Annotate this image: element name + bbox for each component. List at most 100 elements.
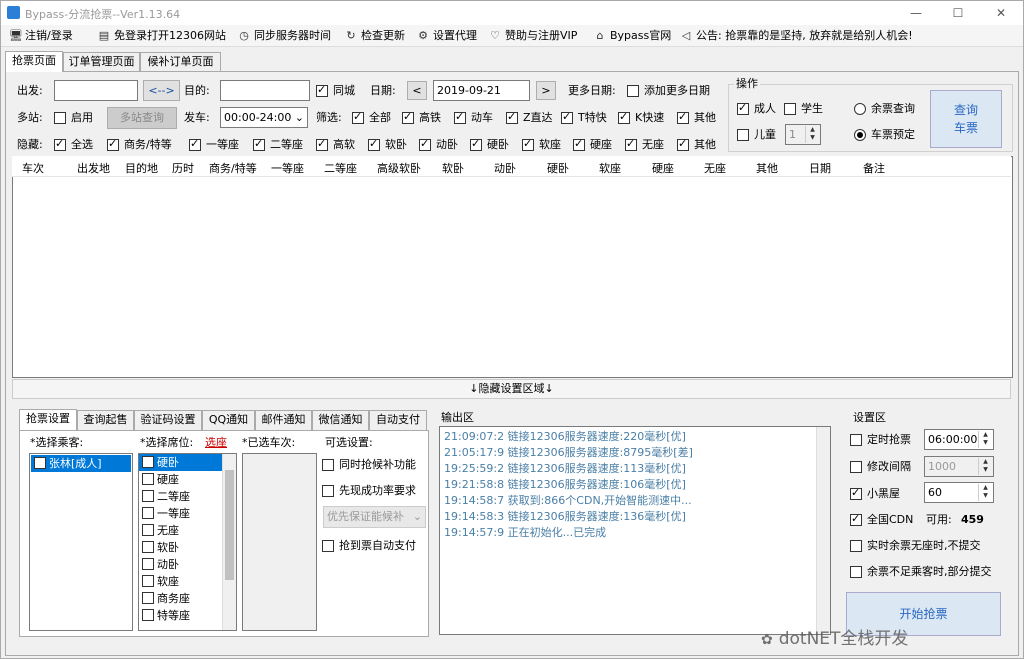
blackroom-checkbox[interactable] [850,486,862,500]
query-ticket-button[interactable]: 查询 车票 [930,90,1002,148]
autopay-checkbox[interactable] [322,540,334,552]
tab-autopay[interactable]: 自动支付 [369,410,427,430]
hide-gaoruan-checkbox[interactable] [316,137,328,151]
remain-query-radio[interactable] [854,103,866,115]
realtime-checkbox[interactable] [850,540,862,552]
tab-order-management[interactable]: 订单管理页面 [63,52,140,72]
menu-sync-time[interactable]: ◷ 同步服务器时间 [238,28,331,44]
to-input[interactable] [220,80,310,101]
tab-captcha[interactable]: 验证码设置 [134,410,202,430]
hide-all-checkbox[interactable] [54,137,66,151]
seat-list[interactable]: 硬卧 硬座 二等座 一等座 无座 软卧 动卧 软座 商务座 特等座 [138,453,237,631]
child-checkbox[interactable] [737,129,749,141]
close-button[interactable]: ✕ [986,3,1016,23]
seat-checkbox[interactable] [142,541,154,553]
prev-date-button[interactable]: < [407,81,427,100]
list-item[interactable]: 张林[成人] [31,455,131,472]
hide-first-checkbox[interactable] [189,137,201,151]
cdn-checkbox[interactable] [850,512,862,526]
passenger-checkbox[interactable] [34,457,46,469]
multi-query-button[interactable]: 多站查询 [107,107,177,129]
menu-sponsor[interactable]: ♡ 赞助与注册VIP [489,28,577,44]
hide-ruanzuo-checkbox[interactable] [522,137,534,151]
seat-checkbox[interactable] [142,456,154,468]
choose-seat-link[interactable]: 选座 [205,436,227,450]
filter-z-checkbox[interactable] [506,110,518,124]
from-input[interactable] [54,80,138,101]
home-icon: ⌂ [596,29,604,42]
seat-checkbox[interactable] [142,507,154,519]
tab-query-sale[interactable]: 查询起售 [77,410,134,430]
tab-email[interactable]: 邮件通知 [255,410,312,430]
passenger-list[interactable]: 张林[成人] [29,453,133,631]
waitlist-checkbox[interactable] [322,459,334,471]
interval-checkbox[interactable] [850,461,862,473]
hide-ruanwo-checkbox[interactable] [368,137,380,151]
blackroom-stepper[interactable]: 60 ▲ ▼ [924,482,994,503]
output-log[interactable]: 21:09:07:2 链接12306服务器速度:220毫秒[优] 21:05:1… [439,426,831,635]
tab-qq[interactable]: QQ通知 [202,410,255,430]
minimize-button[interactable]: — [901,3,931,23]
cdn-available-value: 459 [961,513,984,526]
filter-gaotie-checkbox[interactable] [402,110,414,124]
add-dates-checkbox[interactable] [627,85,639,97]
menu-notice[interactable]: ◁ 公告: 抢票靠的是坚持, 放弃就是给别人机会! [680,28,913,44]
seat-checkbox[interactable] [142,609,154,621]
seat-checkbox[interactable] [142,524,154,536]
seat-checkbox[interactable] [142,592,154,604]
seat-checkbox[interactable] [142,490,154,502]
output-scrollbar[interactable] [816,427,830,634]
hide-other-checkbox[interactable] [677,137,689,151]
date-input[interactable]: 2019-09-21 [433,80,530,101]
timed-grab-time-input[interactable]: 06:00:00 ▲ ▼ [924,429,994,450]
same-city-checkbox[interactable] [316,83,328,97]
hide-dongwo-checkbox[interactable] [419,137,431,151]
multi-enable-checkbox[interactable] [54,112,66,124]
filter-all-checkbox[interactable] [352,110,364,124]
filter-t-checkbox[interactable] [561,110,573,124]
maximize-button[interactable]: ☐ [943,3,973,23]
reserve-radio[interactable] [854,129,866,141]
hide-second-checkbox[interactable] [253,137,265,151]
tab-waitlist-orders[interactable]: 候补订单页面 [140,52,221,72]
menu-open-12306[interactable]: ▤ 免登录打开12306网站 [98,28,226,44]
filter-k-checkbox[interactable] [618,110,630,124]
add-dates-label: 添加更多日期 [644,84,710,97]
child-count-stepper[interactable]: 1 ▲ ▼ [785,124,821,145]
toggle-settings-area[interactable]: ↓隐藏设置区域↓ [12,379,1011,399]
swap-button[interactable]: <--> [143,80,180,101]
waitlist-priority-select[interactable]: 优先保证能候补 ⌄ [323,506,426,528]
filter-dongche-checkbox[interactable] [454,110,466,124]
interval-stepper[interactable]: 1000 ▲ ▼ [924,456,994,477]
hide-yingwo-checkbox[interactable] [470,137,482,151]
student-checkbox[interactable] [784,103,796,115]
menu-login[interactable]: 🖥 注销/登录 [9,28,73,44]
success-rate-checkbox[interactable] [322,485,334,497]
hide-business-checkbox[interactable] [107,137,119,151]
hide-wuzuo-checkbox[interactable] [625,137,637,151]
adult-checkbox[interactable] [737,101,749,115]
timed-grab-checkbox[interactable] [850,434,862,446]
depart-time-select[interactable]: 00:00-24:00 ⌄ [220,107,308,128]
selected-trains-list[interactable] [242,453,317,631]
menu-check-update[interactable]: ↻ 检查更新 [345,28,405,44]
depart-label: 发车: [184,111,210,124]
menu-website[interactable]: ⌂ Bypass官网 [594,28,672,44]
partial-checkbox[interactable] [850,566,862,578]
tab-wechat[interactable]: 微信通知 [312,410,369,430]
seat-checkbox[interactable] [142,575,154,587]
seat-list-scrollbar[interactable] [222,454,236,630]
filter-other-checkbox[interactable] [677,110,689,124]
multi-enable-label: 启用 [71,111,93,124]
menu-proxy[interactable]: ⚙ 设置代理 [417,28,477,44]
tab-grab-settings[interactable]: 抢票设置 [19,409,77,430]
next-date-button[interactable]: > [536,81,556,100]
train-grid[interactable] [12,156,1013,378]
seat-checkbox[interactable] [142,473,154,485]
hide-other-label: 其他 [694,138,716,151]
tab-grab-tickets[interactable]: 抢票页面 [5,51,63,72]
seat-checkbox[interactable] [142,558,154,570]
hide-yingzuo-checkbox[interactable] [573,137,585,151]
to-label: 目的: [184,84,210,97]
scrollbar-thumb[interactable] [225,470,234,580]
